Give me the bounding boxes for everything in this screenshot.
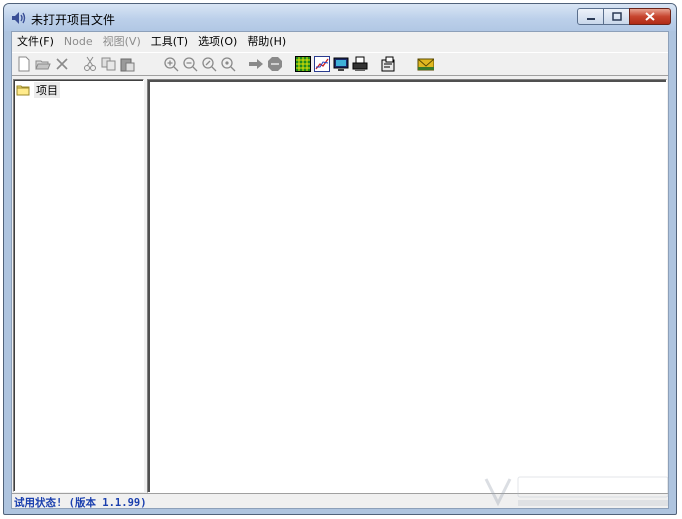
zoom-reset-button[interactable] (219, 55, 236, 73)
menu-help[interactable]: 帮助(H) (242, 32, 291, 51)
print-icon (352, 56, 367, 71)
open-folder-icon (34, 60, 51, 70)
tree-item-project[interactable]: 项目 (16, 82, 60, 98)
grid-view-button[interactable] (294, 55, 311, 73)
copy-icon (101, 57, 115, 71)
maximize-icon (611, 12, 622, 21)
close-button[interactable] (629, 8, 671, 25)
stop-button[interactable] (266, 55, 283, 73)
monitor-icon (333, 57, 348, 71)
run-arrow-icon (248, 59, 263, 69)
speaker-app-icon (12, 12, 26, 24)
minimize-button[interactable] (577, 8, 604, 25)
properties-icon (381, 56, 394, 72)
application-window: 未打开项目文件 文件(F) Node 视图(V) 工具(T) 选项(O) 帮助(… (3, 3, 677, 515)
menu-node[interactable]: Node (59, 32, 98, 51)
print-button[interactable] (351, 55, 368, 73)
new-file-icon (18, 56, 29, 72)
cut-button[interactable] (81, 55, 98, 73)
menu-file[interactable]: 文件(F) (12, 32, 59, 51)
menu-view[interactable]: 视图(V) (98, 32, 146, 51)
stop-icon (267, 57, 282, 71)
close-icon (645, 12, 655, 21)
zoom-in-icon (163, 57, 178, 72)
zoom-in-button[interactable] (162, 55, 179, 73)
copy-button[interactable] (100, 55, 117, 73)
zoom-out-icon (182, 57, 197, 72)
grid-view-icon (294, 56, 311, 72)
menu-options[interactable]: 选项(O) (193, 32, 242, 51)
tree-item-label: 项目 (34, 82, 60, 98)
monitor-button[interactable] (332, 55, 349, 73)
toolbar (12, 52, 668, 76)
chart-icon (313, 56, 330, 72)
zoom-out-button[interactable] (181, 55, 198, 73)
cut-icon (83, 56, 96, 71)
maximize-button[interactable] (603, 8, 630, 25)
window-title: 未打开项目文件 (31, 13, 116, 27)
delete-icon (55, 58, 68, 70)
client-area: 文件(F) Node 视图(V) 工具(T) 选项(O) 帮助(H) 项目 试用… (11, 31, 669, 509)
minimize-icon (586, 17, 595, 20)
chart-button[interactable] (313, 55, 330, 73)
zoom-reset-icon (220, 57, 235, 72)
folder-icon (16, 85, 30, 96)
project-tree[interactable]: 项目 (13, 79, 144, 492)
paste-icon (120, 58, 134, 71)
title-bar[interactable]: 未打开项目文件 (4, 4, 676, 31)
properties-button[interactable] (379, 55, 396, 73)
main-workspace[interactable] (147, 79, 667, 493)
run-button[interactable] (247, 55, 264, 73)
menu-tools[interactable]: 工具(T) (146, 32, 193, 51)
paste-button[interactable] (119, 55, 136, 73)
open-button[interactable] (34, 55, 51, 73)
status-bar: 试用状态! (版本 1.1.99) (12, 493, 668, 509)
delete-button[interactable] (53, 55, 70, 73)
zoom-fit-icon (201, 57, 216, 72)
status-text: 试用状态! (版本 1.1.99) (14, 497, 147, 509)
new-file-button[interactable] (15, 55, 32, 73)
menu-bar: 文件(F) Node 视图(V) 工具(T) 选项(O) 帮助(H) (12, 32, 668, 51)
mail-icon (417, 58, 434, 71)
mail-button[interactable] (417, 55, 434, 73)
zoom-fit-button[interactable] (200, 55, 217, 73)
